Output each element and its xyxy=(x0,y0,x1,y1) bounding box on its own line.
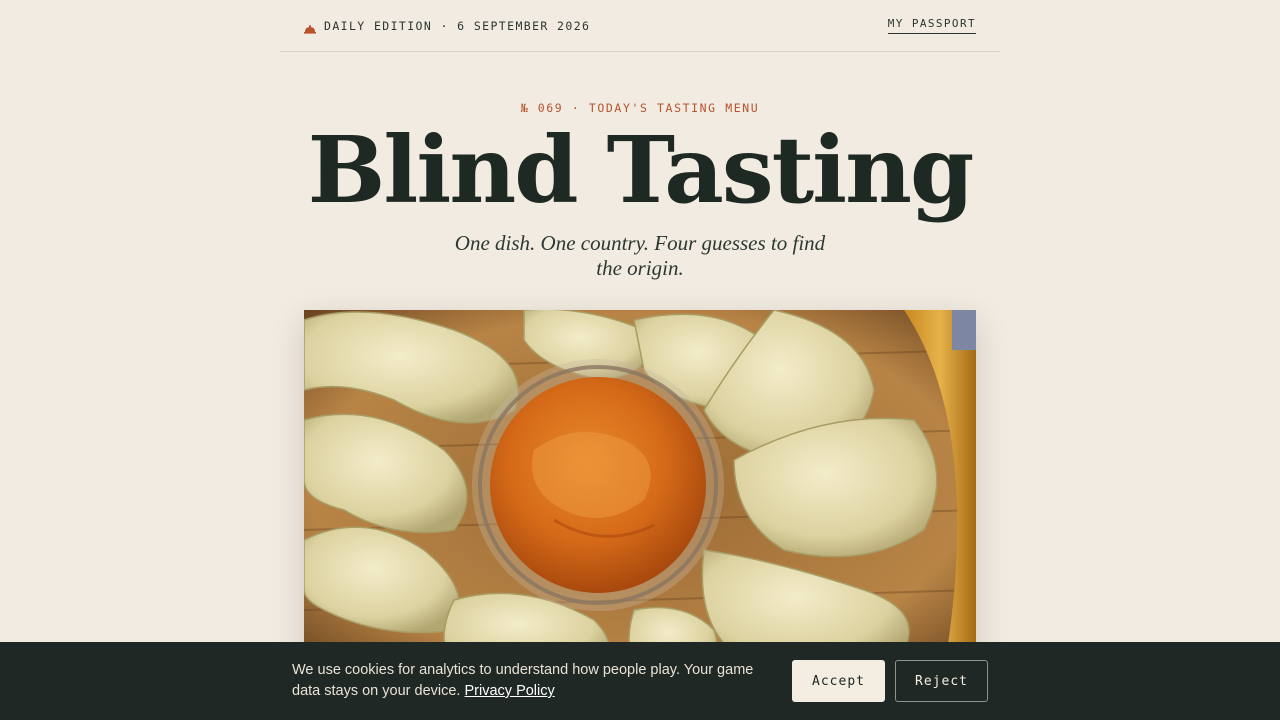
my-passport-link[interactable]: MY PASSPORT xyxy=(887,17,976,34)
top-bar: DAILY EDITION · 6 SEPTEMBER 2026 MY PASS… xyxy=(280,0,1000,52)
dish-image xyxy=(304,310,976,670)
page-title: Blind Tasting xyxy=(307,116,975,224)
reject-button[interactable]: Reject xyxy=(895,660,988,702)
page-subtitle: One dish. One country. Four guesses to f… xyxy=(454,231,826,280)
menu-eyebrow: № 069 · TODAY'S TASTING MENU xyxy=(520,101,760,115)
edition-text: DAILY EDITION · 6 SEPTEMBER 2026 xyxy=(324,18,591,33)
privacy-policy-link[interactable]: Privacy Policy xyxy=(465,683,555,699)
cloche-icon xyxy=(304,21,316,34)
dish-illustration xyxy=(304,310,976,670)
accept-button[interactable]: Accept xyxy=(792,660,885,702)
cookie-message: We use cookies for analytics to understa… xyxy=(292,660,762,702)
cookie-banner: We use cookies for analytics to understa… xyxy=(0,642,1280,720)
edition-label: DAILY EDITION · 6 SEPTEMBER 2026 xyxy=(304,18,591,34)
page-container: DAILY EDITION · 6 SEPTEMBER 2026 MY PASS… xyxy=(280,0,1000,670)
